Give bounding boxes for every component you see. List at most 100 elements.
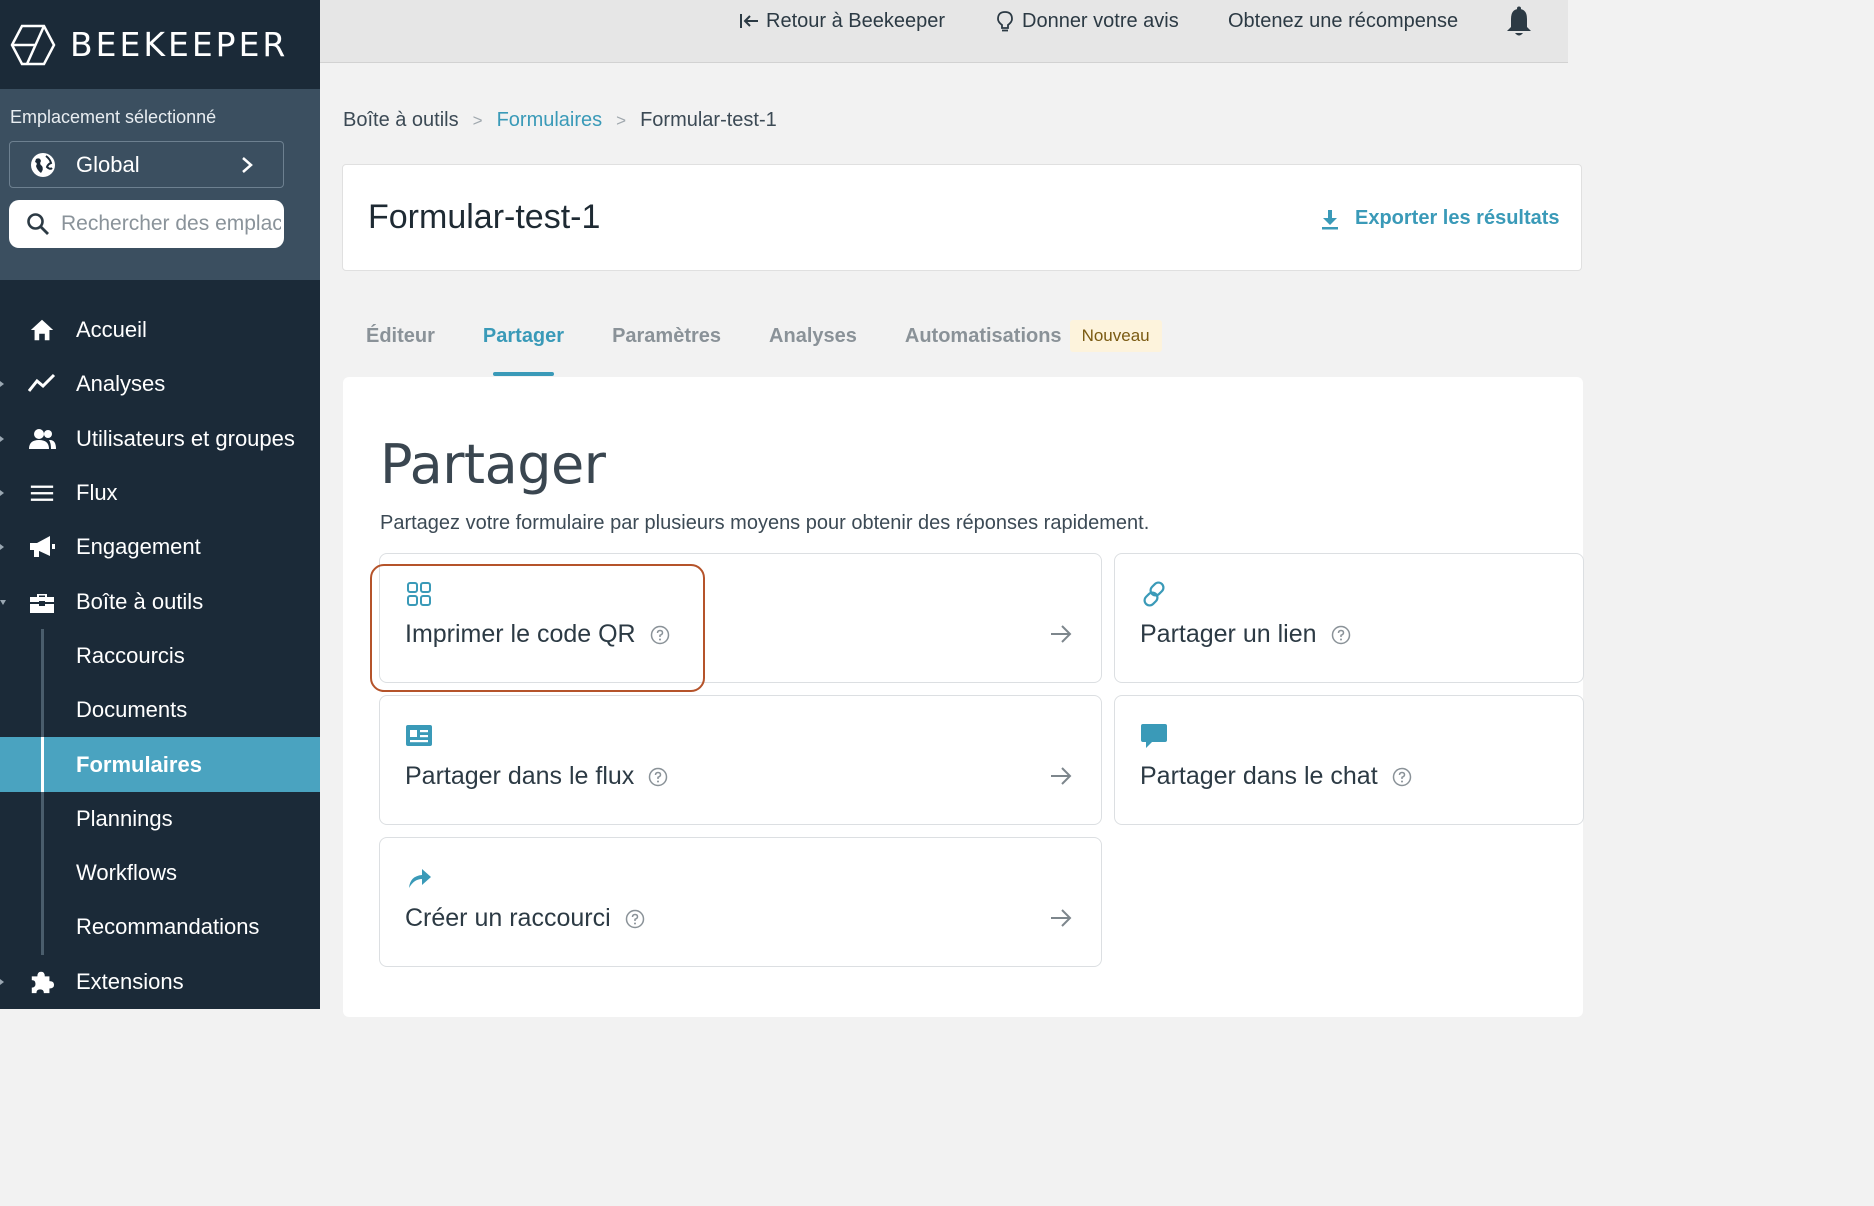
menu-lines-icon (28, 479, 56, 507)
caret-right-icon (0, 381, 4, 388)
share-option-label: Imprimer le code QR (405, 620, 670, 649)
download-icon (1322, 209, 1338, 229)
nav-label: Engagement (76, 534, 201, 560)
help-circle-icon[interactable] (1392, 767, 1412, 787)
nav-label: Raccourcis (76, 642, 185, 668)
tab-partager[interactable]: Partager (483, 321, 564, 376)
location-panel: Emplacement sélectionné Global (0, 89, 320, 280)
breadcrumb-toolbox[interactable]: Boîte à outils (343, 109, 459, 132)
lightbulb-icon (997, 11, 1013, 32)
brand-name: BEEKEEPER (70, 25, 289, 64)
nav-item-extensions[interactable]: Extensions (0, 955, 320, 1009)
nav-label: Boîte à outils (76, 588, 204, 614)
toolbox-submenu: Raccourcis Documents Formulaires Plannin… (0, 628, 320, 955)
reward-link-label: Obtenez une récompense (1228, 9, 1459, 32)
puzzle-icon (28, 968, 56, 996)
new-badge: Nouveau (1069, 320, 1162, 352)
location-select[interactable]: Global (9, 141, 284, 188)
brand[interactable]: BEEKEEPER (0, 0, 320, 89)
share-option-text: Imprimer le code QR (405, 620, 636, 648)
share-option-label: Partager dans le chat (1140, 762, 1412, 791)
export-label: Exporter les résultats (1355, 207, 1560, 229)
share-option-feed[interactable]: Partager dans le flux (379, 695, 1102, 825)
nav-subitem-workflows[interactable]: Workflows (0, 846, 320, 900)
nav-subitem-recommandations[interactable]: Recommandations (0, 900, 320, 954)
share-title: Partager (380, 433, 606, 496)
caret-right-icon (0, 490, 4, 497)
help-circle-icon[interactable] (648, 767, 668, 787)
nav-label: Extensions (76, 968, 184, 994)
nav-label: Recommandations (76, 914, 260, 940)
export-results-button[interactable]: Exporter les résultats (1319, 207, 1560, 230)
globe-icon (31, 152, 55, 177)
bell-icon[interactable] (1504, 6, 1534, 38)
nav-item-users[interactable]: Utilisateurs et groupes (0, 412, 320, 466)
caret-right-icon (0, 544, 4, 551)
nav-label: Plannings (76, 805, 173, 831)
users-icon (28, 425, 56, 453)
nav-subitem-plannings[interactable]: Plannings (0, 792, 320, 846)
share-option-text: Créer un raccourci (405, 904, 611, 932)
share-arrow-icon (409, 869, 431, 888)
share-option-qr-code[interactable]: Imprimer le code QR (379, 553, 1102, 683)
share-option-label: Partager dans le flux (405, 762, 668, 791)
location-label: Emplacement sélectionné (10, 107, 217, 127)
breadcrumb: Boîte à outils > Formulaires > Formular-… (343, 109, 777, 132)
feedback-link[interactable]: Donner votre avis (994, 8, 1179, 34)
nav-item-analyses[interactable]: Analyses (0, 357, 320, 411)
nav-label: Workflows (76, 860, 178, 886)
share-option-chat[interactable]: Partager dans le chat (1114, 695, 1584, 825)
home-icon (28, 316, 56, 344)
nav-label: Utilisateurs et groupes (76, 425, 295, 451)
share-option-link[interactable]: Partager un lien (1114, 553, 1584, 683)
caret-right-icon (0, 435, 4, 442)
qr-grid-icon (407, 582, 431, 606)
arrow-right-icon (1051, 625, 1072, 643)
nav-label: Formulaires (76, 751, 202, 777)
tab-editeur[interactable]: Éditeur (366, 321, 435, 351)
nav-label: Documents (76, 697, 188, 723)
form-header-card: Formular-test-1 Exporter les résultats (342, 164, 1582, 271)
main-nav: Accueil Analyses Utilisateurs et groupes… (0, 303, 320, 1009)
nav-subitem-raccourcis[interactable]: Raccourcis (0, 629, 320, 683)
toolbox-icon (28, 588, 56, 616)
nav-item-toolbox[interactable]: Boîte à outils (0, 574, 320, 628)
reward-link[interactable]: Obtenez une récompense (1228, 8, 1458, 34)
back-arrow-icon (740, 14, 758, 28)
share-description: Partagez votre formulaire par plusieurs … (380, 512, 1150, 534)
chat-bubble-icon (1141, 724, 1167, 748)
share-option-label: Créer un raccourci (405, 904, 645, 933)
tab-analyses[interactable]: Analyses (769, 321, 857, 351)
caret-down-icon (0, 599, 6, 605)
search-icon (27, 213, 49, 235)
share-option-shortcut[interactable]: Créer un raccourci (379, 837, 1102, 967)
tab-automatisations[interactable]: Automatisations (905, 321, 1062, 351)
sidebar: BEEKEEPER Emplacement sélectionné Global (0, 0, 320, 1009)
caret-right-icon (0, 978, 4, 985)
location-search[interactable] (9, 200, 284, 248)
nav-item-flux[interactable]: Flux (0, 466, 320, 520)
tab-parametres[interactable]: Paramètres (612, 321, 721, 351)
nav-label: Accueil (76, 317, 147, 343)
help-circle-icon[interactable] (1331, 625, 1351, 645)
help-circle-icon[interactable] (625, 909, 645, 929)
arrow-right-icon (1051, 909, 1072, 927)
help-circle-icon[interactable] (650, 625, 670, 645)
share-option-label: Partager un lien (1140, 620, 1351, 649)
feedback-link-label: Donner votre avis (1022, 9, 1179, 32)
chevron-right-icon (242, 157, 253, 173)
nav-item-engagement[interactable]: Engagement (0, 520, 320, 574)
back-link-label: Retour à Beekeeper (766, 9, 946, 32)
location-selected: Global (76, 151, 140, 177)
form-tabs: Éditeur Partager Paramètres Analyses Aut… (366, 320, 1162, 376)
breadcrumb-current: Formular-test-1 (640, 109, 777, 131)
nav-subitem-documents[interactable]: Documents (0, 683, 320, 737)
breadcrumb-separator: > (472, 110, 483, 130)
nav-subitem-formulaires[interactable]: Formulaires (0, 737, 320, 792)
back-to-beekeeper-link[interactable]: Retour à Beekeeper (738, 8, 945, 34)
nav-item-accueil[interactable]: Accueil (0, 303, 320, 357)
breadcrumb-forms[interactable]: Formulaires (497, 109, 603, 132)
chart-line-icon (28, 370, 56, 398)
arrow-right-icon (1051, 767, 1072, 785)
location-search-input[interactable] (61, 212, 281, 236)
